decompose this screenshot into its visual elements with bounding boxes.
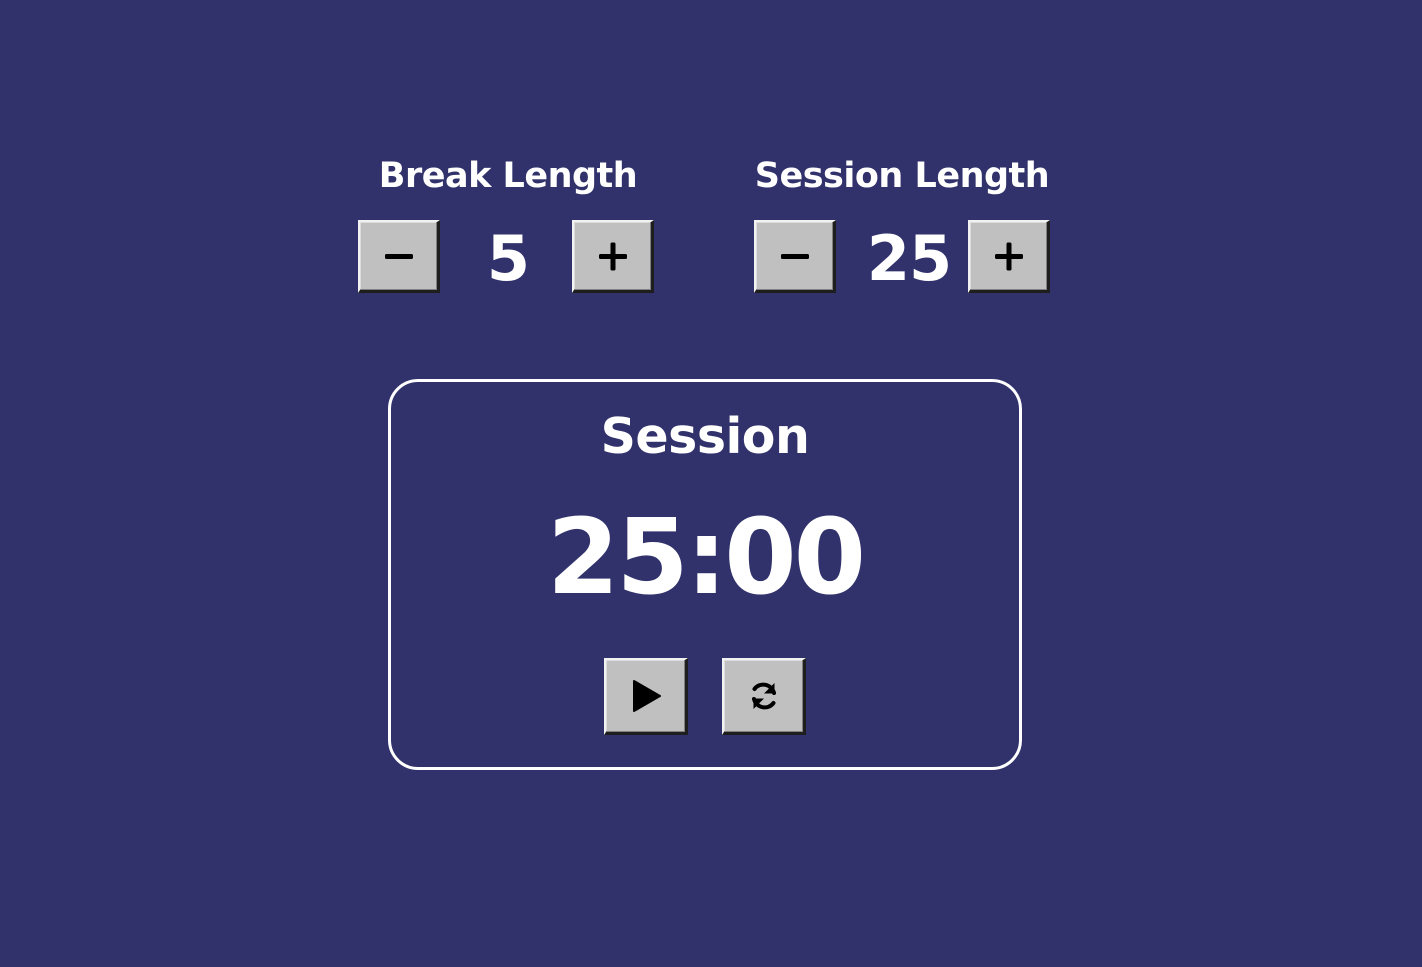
time-left-display: 25:00 bbox=[546, 496, 866, 618]
refresh-icon bbox=[751, 682, 776, 710]
start-stop-button[interactable] bbox=[604, 658, 688, 735]
minus-icon bbox=[780, 254, 809, 259]
pomodoro-clock-page: { "break": { "label": "Break Length", "v… bbox=[0, 0, 1422, 967]
break-decrement-button[interactable] bbox=[358, 220, 440, 293]
session-length-value: 25 bbox=[866, 222, 952, 295]
plus-icon bbox=[598, 242, 627, 271]
timer-panel: Session 25:00 bbox=[388, 379, 1022, 770]
minus-icon bbox=[384, 254, 413, 259]
session-length-label: Session Length bbox=[754, 156, 1050, 196]
play-icon bbox=[632, 680, 661, 712]
plus-icon bbox=[994, 242, 1023, 271]
break-length-value: 5 bbox=[486, 222, 530, 295]
timer-label: Session bbox=[600, 408, 810, 465]
break-label: Break Length bbox=[378, 156, 638, 196]
session-increment-button[interactable] bbox=[968, 220, 1050, 293]
break-increment-button[interactable] bbox=[572, 220, 654, 293]
session-decrement-button[interactable] bbox=[754, 220, 836, 293]
reset-button[interactable] bbox=[722, 658, 806, 735]
